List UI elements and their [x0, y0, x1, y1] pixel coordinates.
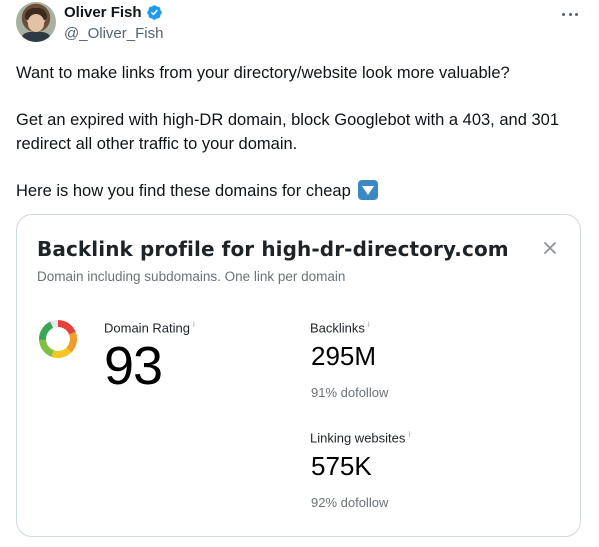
tweet-text: Want to make links from your directory/w…	[16, 62, 576, 203]
verified-badge-icon	[146, 5, 162, 20]
author-handle[interactable]: @_Oliver_Fish	[64, 25, 163, 42]
more-options-icon[interactable]	[558, 6, 582, 22]
gauge-segment	[39, 321, 54, 340]
gauge-segment	[57, 320, 76, 335]
card-title: Backlink profile for high-dr-directory.c…	[37, 237, 509, 261]
avatar-shirt	[20, 32, 52, 42]
domain-rating-label: Domain Rating i	[104, 320, 195, 335]
gauge-track	[49, 320, 59, 329]
backlinks-dofollow: 91% dofollow	[311, 385, 389, 400]
close-icon[interactable]	[541, 239, 559, 257]
author-display-name[interactable]: Oliver Fish	[64, 4, 142, 21]
card-subtitle: Domain including subdomains. One link pe…	[37, 269, 346, 284]
avatar[interactable]	[16, 2, 56, 42]
avatar-face	[28, 14, 44, 32]
more-dot	[562, 12, 565, 16]
linking-websites-label-text: Linking websites	[310, 430, 406, 446]
tweet-line: Here is how you find these domains for c…	[16, 181, 351, 200]
gauge-segment	[50, 347, 72, 358]
domain-rating-value: 93	[104, 336, 163, 396]
gauge-segment	[66, 331, 77, 353]
linking-websites-dofollow: 92% dofollow	[311, 495, 389, 510]
tweet-line-with-emoji: Here is how you find these domains for c…	[16, 179, 576, 204]
backlinks-value: 295M	[311, 341, 377, 371]
author-name-row[interactable]: Oliver Fish	[64, 4, 163, 21]
tweet-line: Get an expired with high-DR domain, bloc…	[16, 111, 559, 153]
more-dot	[575, 12, 578, 16]
backlinks-label: Backlinks i	[310, 320, 370, 335]
linking-websites-value: 575K	[311, 451, 372, 481]
gauge-segment	[39, 338, 55, 357]
more-dot	[568, 12, 572, 16]
domain-rating-gauge-icon	[39, 320, 77, 358]
tweet[interactable]: Oliver Fish @_Oliver_Fish Want to make l…	[0, 0, 599, 547]
tweet-line: Want to make links from your directory/w…	[16, 64, 510, 82]
down-arrow-icon	[358, 179, 379, 200]
linking-websites-label: Linking websites i	[310, 430, 410, 445]
info-icon[interactable]: i	[368, 320, 370, 329]
info-icon[interactable]: i	[193, 320, 195, 329]
domain-rating-label-text: Domain Rating	[104, 320, 190, 336]
info-icon[interactable]: i	[408, 430, 410, 439]
backlinks-label-text: Backlinks	[310, 320, 365, 336]
media-card[interactable]: Backlink profile for high-dr-directory.c…	[16, 214, 581, 537]
